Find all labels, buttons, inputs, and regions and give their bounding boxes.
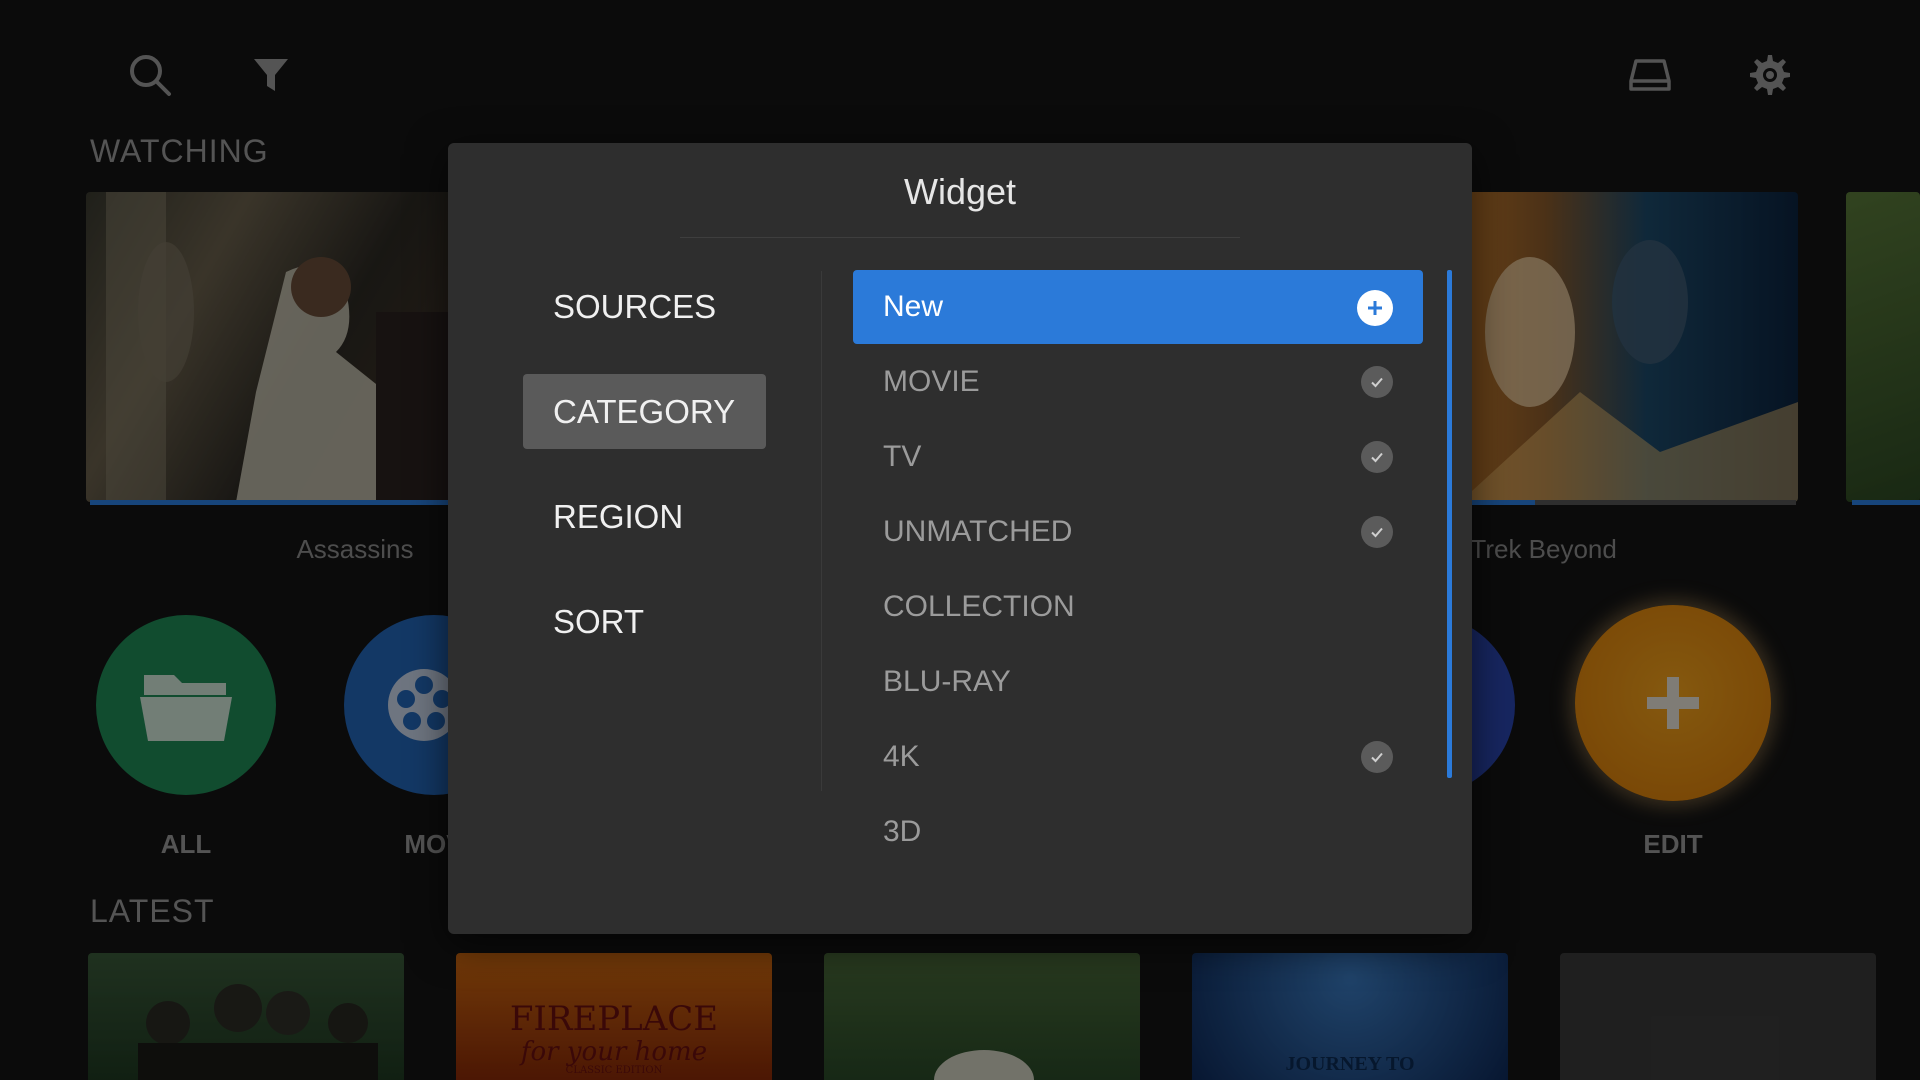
- option-4k[interactable]: 4K: [853, 720, 1423, 794]
- option-3d[interactable]: 3D: [853, 795, 1423, 869]
- check-icon: [1361, 441, 1393, 473]
- option-label: 3D: [883, 815, 922, 848]
- check-icon: [1361, 366, 1393, 398]
- dialog-divider: [680, 237, 1240, 238]
- option-new[interactable]: New: [853, 270, 1423, 344]
- option-unmatched[interactable]: UNMATCHED: [853, 495, 1423, 569]
- option-collection[interactable]: COLLECTION: [853, 570, 1423, 644]
- tab-sort[interactable]: SORT: [523, 584, 766, 659]
- check-icon: [1361, 741, 1393, 773]
- option-label: 4K: [883, 740, 920, 773]
- tab-sources[interactable]: SOURCES: [523, 269, 766, 344]
- tab-category[interactable]: CATEGORY: [523, 374, 766, 449]
- dialog-column-separator: [821, 271, 822, 791]
- widget-dialog: Widget SOURCES CATEGORY REGION SORT New …: [448, 143, 1472, 934]
- option-tv[interactable]: TV: [853, 420, 1423, 494]
- option-label: New: [883, 290, 944, 323]
- tab-region[interactable]: REGION: [523, 479, 766, 554]
- options-scrollbar[interactable]: [1447, 270, 1452, 778]
- dialog-title: Widget: [903, 171, 1017, 212]
- option-label: UNMATCHED: [883, 515, 1073, 548]
- check-icon: [1361, 516, 1393, 548]
- add-icon: [1357, 290, 1393, 326]
- option-label: TV: [883, 440, 922, 473]
- option-label: COLLECTION: [883, 590, 1075, 623]
- option-label: MOVIE: [883, 365, 980, 398]
- option-movie[interactable]: MOVIE: [853, 345, 1423, 419]
- option-blu-ray[interactable]: BLU-RAY: [853, 645, 1423, 719]
- option-label: BLU-RAY: [883, 665, 1011, 698]
